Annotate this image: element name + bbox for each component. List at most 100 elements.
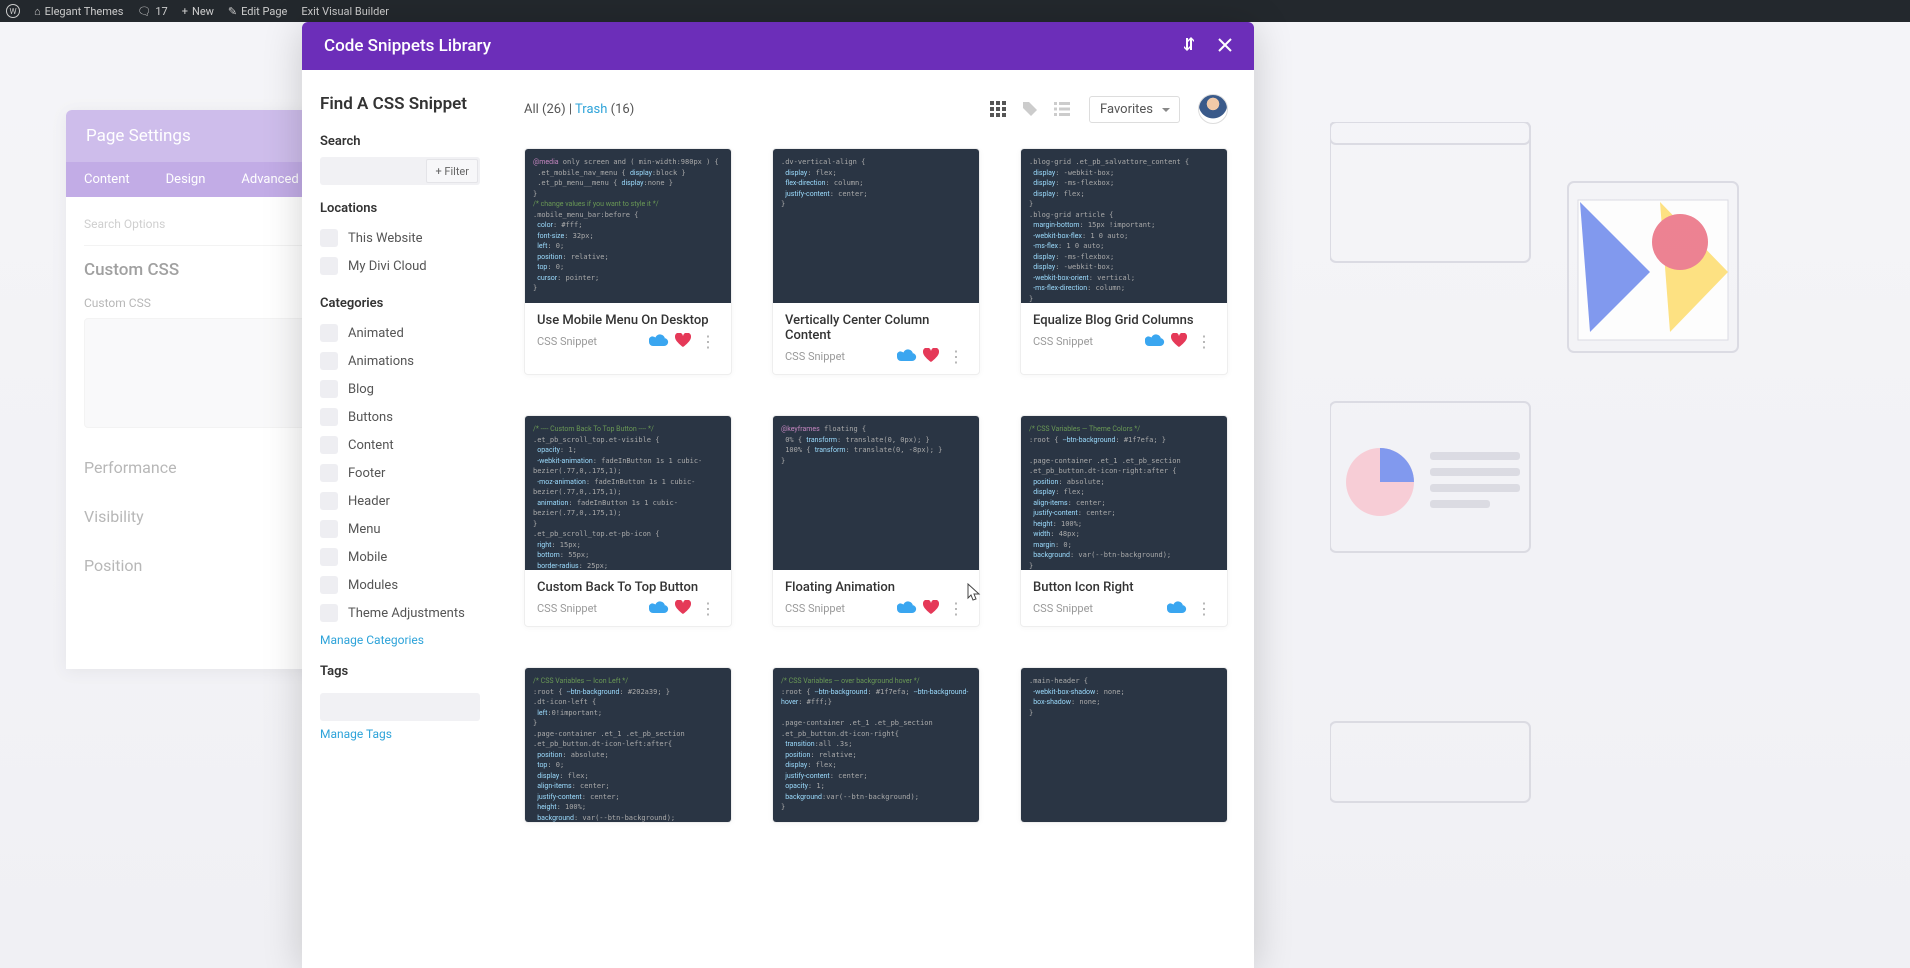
card-subtitle: CSS Snippet — [1033, 602, 1093, 615]
comment-icon: 🗨 — [137, 5, 151, 18]
tab-design[interactable]: Design — [148, 162, 224, 197]
tags-input[interactable] — [320, 693, 480, 721]
snippet-card[interactable]: @keyframes floating { 0% { transform: tr… — [772, 415, 980, 627]
sort-icon[interactable] — [1182, 36, 1198, 56]
grid-view-icon[interactable] — [989, 100, 1007, 118]
more-icon[interactable]: ⋮ — [697, 599, 719, 618]
cloud-icon[interactable] — [649, 332, 669, 351]
heart-icon[interactable] — [1171, 332, 1187, 351]
checkbox-icon — [320, 408, 338, 426]
snippet-card[interactable]: .dv-vertical-align { display: flex; flex… — [772, 148, 980, 375]
wp-site-link[interactable]: ⌂ Elegant Themes — [34, 5, 123, 18]
checkbox-icon — [320, 380, 338, 398]
code-preview: /* ---- Custom Back To Top Button ---- *… — [525, 416, 731, 570]
plus-icon: + — [182, 5, 188, 18]
card-subtitle: CSS Snippet — [537, 335, 597, 348]
more-icon[interactable]: ⋮ — [1193, 332, 1215, 351]
heart-icon[interactable] — [923, 347, 939, 366]
snippet-card[interactable]: .main-header { -webkit-box-shadow: none;… — [1020, 667, 1228, 823]
category-blog[interactable]: Blog — [320, 375, 480, 403]
sidebar-heading: Find A CSS Snippet — [320, 94, 480, 114]
sort-dropdown[interactable]: Favorites — [1089, 96, 1180, 123]
category-menu[interactable]: Menu — [320, 515, 480, 543]
category-content[interactable]: Content — [320, 431, 480, 459]
checkbox-icon — [320, 548, 338, 566]
tag-view-icon[interactable] — [1021, 100, 1039, 118]
snippet-card[interactable]: /* CSS Variables — Icon Left */:root { -… — [524, 667, 732, 823]
more-icon[interactable]: ⋮ — [945, 599, 967, 618]
category-footer[interactable]: Footer — [320, 459, 480, 487]
content-header: All (26) | Trash (16) Favorites — [524, 94, 1228, 124]
code-preview: @media only screen and ( min-width:980px… — [525, 149, 731, 303]
category-buttons[interactable]: Buttons — [320, 403, 480, 431]
all-link[interactable]: All (26) — [524, 102, 566, 117]
list-view-icon[interactable] — [1053, 100, 1071, 118]
more-icon[interactable]: ⋮ — [1193, 599, 1215, 618]
heart-icon[interactable] — [675, 599, 691, 618]
close-icon[interactable] — [1218, 37, 1232, 56]
location-my-divi-cloud[interactable]: My Divi Cloud — [320, 252, 480, 280]
snippet-card[interactable]: /* CSS Variables — over background hover… — [772, 667, 980, 823]
manage-tags-link[interactable]: Manage Tags — [320, 727, 392, 741]
card-title: Custom Back To Top Button — [537, 580, 719, 595]
cloud-icon[interactable] — [1167, 599, 1187, 618]
card-title: Equalize Blog Grid Columns — [1033, 313, 1215, 328]
location-this-website[interactable]: This Website — [320, 224, 480, 252]
snippet-card[interactable]: .blog-grid .et_pb_salvattore_content { d… — [1020, 148, 1228, 375]
cloud-icon[interactable] — [649, 599, 669, 618]
category-header[interactable]: Header — [320, 487, 480, 515]
cloud-icon[interactable] — [897, 347, 917, 366]
filter-button[interactable]: + Filter — [426, 159, 478, 183]
checkbox-icon — [320, 352, 338, 370]
category-mobile[interactable]: Mobile — [320, 543, 480, 571]
home-icon: ⌂ — [34, 5, 41, 18]
card-title: Floating Animation — [785, 580, 967, 595]
snippet-card[interactable]: /* ---- Custom Back To Top Button ---- *… — [524, 415, 732, 627]
comment-count: 17 — [155, 5, 167, 18]
card-subtitle: CSS Snippet — [537, 602, 597, 615]
cloud-icon[interactable] — [1145, 332, 1165, 351]
wp-logo[interactable]: W — [6, 4, 20, 18]
code-preview: .dv-vertical-align { display: flex; flex… — [773, 149, 979, 303]
tab-content[interactable]: Content — [66, 162, 148, 197]
locations-label: Locations — [320, 201, 480, 216]
checkbox-icon — [320, 436, 338, 454]
category-animations[interactable]: Animations — [320, 347, 480, 375]
card-subtitle: CSS Snippet — [1033, 335, 1093, 348]
checkbox-icon — [320, 492, 338, 510]
checkbox-icon — [320, 520, 338, 538]
filter-sidebar: Find A CSS Snippet Search + Filter Locat… — [302, 70, 498, 968]
manage-categories-link[interactable]: Manage Categories — [320, 633, 424, 647]
code-snippets-modal: Code Snippets Library Find A CSS Snippet… — [302, 22, 1254, 968]
code-preview: .blog-grid .et_pb_salvattore_content { d… — [1021, 149, 1227, 303]
modal-title: Code Snippets Library — [324, 36, 491, 56]
heart-icon[interactable] — [923, 599, 939, 618]
wp-comments[interactable]: 🗨 17 — [137, 5, 167, 18]
code-preview: /* CSS Variables — Theme Colors */:root … — [1021, 416, 1227, 570]
category-theme-adjustments[interactable]: Theme Adjustments — [320, 599, 480, 627]
card-title: Use Mobile Menu On Desktop — [537, 313, 719, 328]
checkbox-icon — [320, 257, 338, 275]
snippet-card[interactable]: /* CSS Variables — Theme Colors */:root … — [1020, 415, 1228, 627]
snippet-card[interactable]: @media only screen and ( min-width:980px… — [524, 148, 732, 375]
heart-icon[interactable] — [675, 332, 691, 351]
trash-link[interactable]: Trash (16) — [575, 102, 634, 117]
wp-exit-builder[interactable]: Exit Visual Builder — [301, 5, 389, 18]
checkbox-icon — [320, 464, 338, 482]
checkbox-icon — [320, 604, 338, 622]
tags-label: Tags — [320, 664, 480, 679]
user-avatar[interactable] — [1198, 94, 1228, 124]
more-icon[interactable]: ⋮ — [945, 347, 967, 366]
content-area: All (26) | Trash (16) Favorites @media o… — [498, 70, 1254, 968]
modal-header: Code Snippets Library — [302, 22, 1254, 70]
card-subtitle: CSS Snippet — [785, 602, 845, 615]
more-icon[interactable]: ⋮ — [697, 332, 719, 351]
code-preview: /* CSS Variables — over background hover… — [773, 668, 979, 822]
wp-edit-page[interactable]: ✎ Edit Page — [228, 5, 287, 18]
cloud-icon[interactable] — [897, 599, 917, 618]
category-animated[interactable]: Animated — [320, 319, 480, 347]
card-subtitle: CSS Snippet — [785, 350, 845, 363]
category-modules[interactable]: Modules — [320, 571, 480, 599]
snippets-grid: @media only screen and ( min-width:980px… — [524, 148, 1228, 823]
wp-new[interactable]: + New — [182, 5, 214, 18]
